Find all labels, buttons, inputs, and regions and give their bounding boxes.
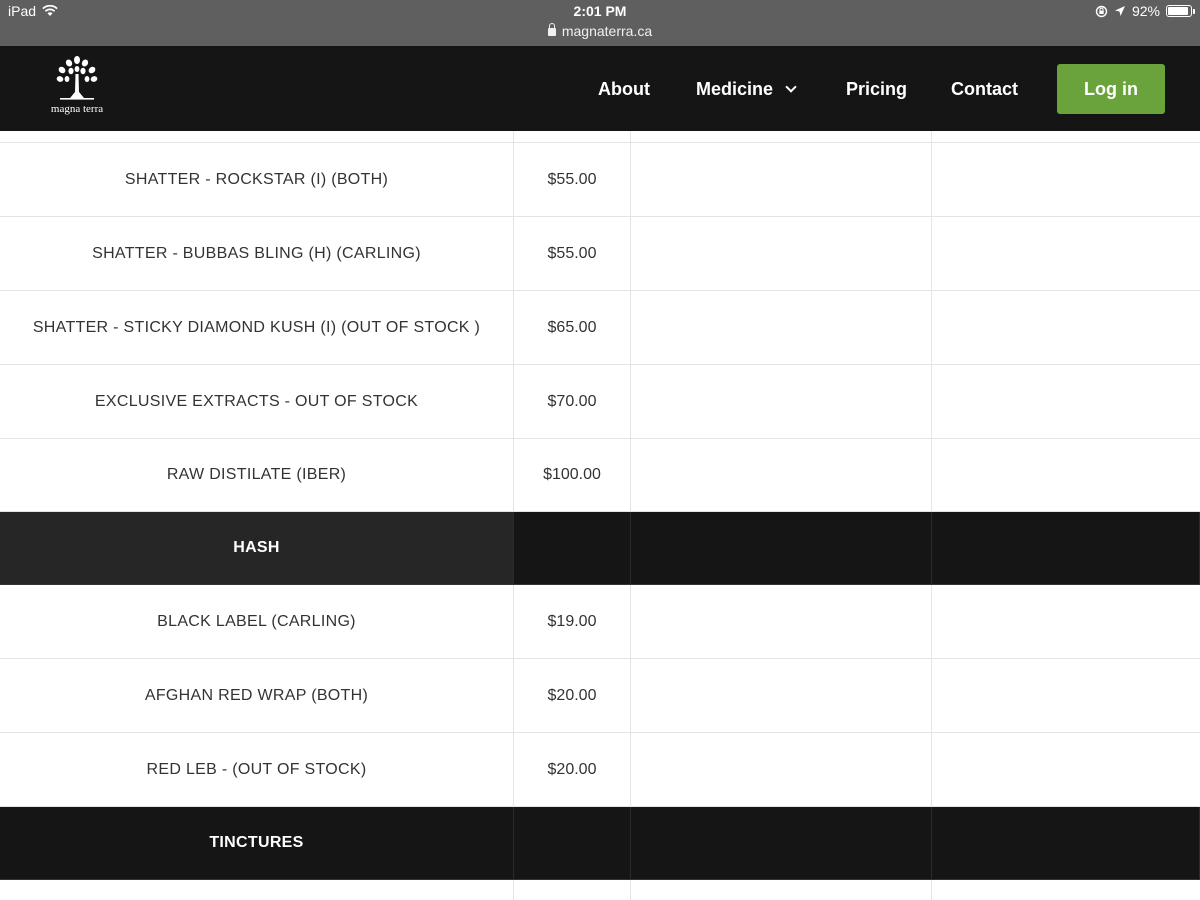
battery-percent: 92% [1131,3,1160,19]
empty-cell [631,217,932,290]
location-icon [1114,6,1125,16]
product-price [514,512,631,584]
product-name [0,131,514,142]
table-row: SHATTER - STICKY DIAMOND KUSH (I) (OUT O… [0,291,1200,365]
tree-logo-icon [56,56,98,100]
product-price: $55.00 [514,217,631,290]
table-row: RED LEB - (OUT OF STOCK) $20.00 [0,733,1200,807]
lock-icon [547,23,556,36]
empty-cell [631,659,932,732]
empty-cell [631,585,932,658]
clock: 2:01 PM [573,3,627,19]
nav-medicine-label: Medicine [696,79,774,99]
product-name: SHATTER - ROCKSTAR (I) (BOTH) [0,143,514,216]
empty-cell [932,365,1200,438]
status-right: 92% [1095,3,1195,19]
section-header-row: TINCTURES [0,807,1200,880]
battery-fill [1168,7,1189,15]
empty-cell [932,659,1200,732]
nav-contact-label: Contact [951,79,1018,99]
product-name: BLACK LABEL (CARLING) [0,585,514,658]
table-row: AFGHAN RED WRAP (BOTH) $20.00 [0,659,1200,733]
empty-cell [932,439,1200,511]
product-price: $20.00 [514,733,631,806]
address-bar[interactable]: magnaterra.ca [0,23,1200,39]
empty-cell [631,131,932,142]
empty-cell [932,880,1200,900]
product-price: $20.00 [514,659,631,732]
site-logo[interactable]: magna terra [44,54,110,124]
battery-icon [1166,5,1195,17]
product-price: $65.00 [514,291,631,364]
product-name: AFGHAN RED WRAP (BOTH) [0,659,514,732]
empty-cell [631,365,932,438]
chevron-down-icon [785,81,797,93]
nav-contact[interactable]: Contact [951,79,1018,100]
table-row: SHATTER - ROCKSTAR (I) (BOTH) $55.00 [0,143,1200,217]
section-title: TINCTURES [0,807,514,879]
product-price [514,880,631,900]
url-text: magnaterra.ca [561,23,653,39]
empty-cell [631,439,932,511]
site-header: magna terra About Medicine Pricing Conta… [0,46,1200,131]
empty-cell [631,880,932,900]
table-row: SHATTER - BUBBAS BLING (H) (CARLING) $55.… [0,217,1200,291]
empty-cell [631,807,932,879]
product-name: RED LEB - (OUT OF STOCK) [0,733,514,806]
nav-pricing-label: Pricing [846,79,908,99]
product-price [514,131,631,142]
table-row [0,131,1200,143]
empty-cell [932,585,1200,658]
nav-about[interactable]: About [598,79,650,100]
product-name [0,880,514,900]
table-row [0,880,1200,900]
empty-cell [932,131,1200,142]
empty-cell [932,807,1200,879]
logo-text: magna terra [50,103,104,115]
section-header-row: HASH [0,512,1200,585]
product-name: SHATTER - STICKY DIAMOND KUSH (I) (OUT O… [0,291,514,364]
product-name: SHATTER - BUBBAS BLING (H) (CARLING) [0,217,514,290]
nav-medicine[interactable]: Medicine [696,79,797,100]
product-name: RAW DISTILATE (IBER) [0,439,514,511]
login-button[interactable]: Log in [1057,64,1165,114]
product-price: $19.00 [514,585,631,658]
product-price: $70.00 [514,365,631,438]
table-row: EXCLUSIVE EXTRACTS - OUT OF STOCK $70.00 [0,365,1200,439]
table-row: BLACK LABEL (CARLING) $19.00 [0,585,1200,659]
empty-cell [932,217,1200,290]
nav-about-label: About [598,79,650,99]
product-price [514,807,631,879]
empty-cell [932,143,1200,216]
empty-cell [631,143,932,216]
product-name: EXCLUSIVE EXTRACTS - OUT OF STOCK [0,365,514,438]
empty-cell [932,733,1200,806]
empty-cell [932,291,1200,364]
product-price: $100.00 [514,439,631,511]
product-price: $55.00 [514,143,631,216]
table-row: RAW DISTILATE (IBER) $100.00 [0,439,1200,512]
empty-cell [631,291,932,364]
section-title: HASH [0,512,514,584]
orientation-lock-icon [1095,5,1108,17]
empty-cell [631,512,932,584]
nav-pricing[interactable]: Pricing [846,79,907,100]
empty-cell [932,512,1200,584]
status-bar: iPad 2:01 PM magnaterra.ca 92% [0,0,1200,46]
empty-cell [631,733,932,806]
